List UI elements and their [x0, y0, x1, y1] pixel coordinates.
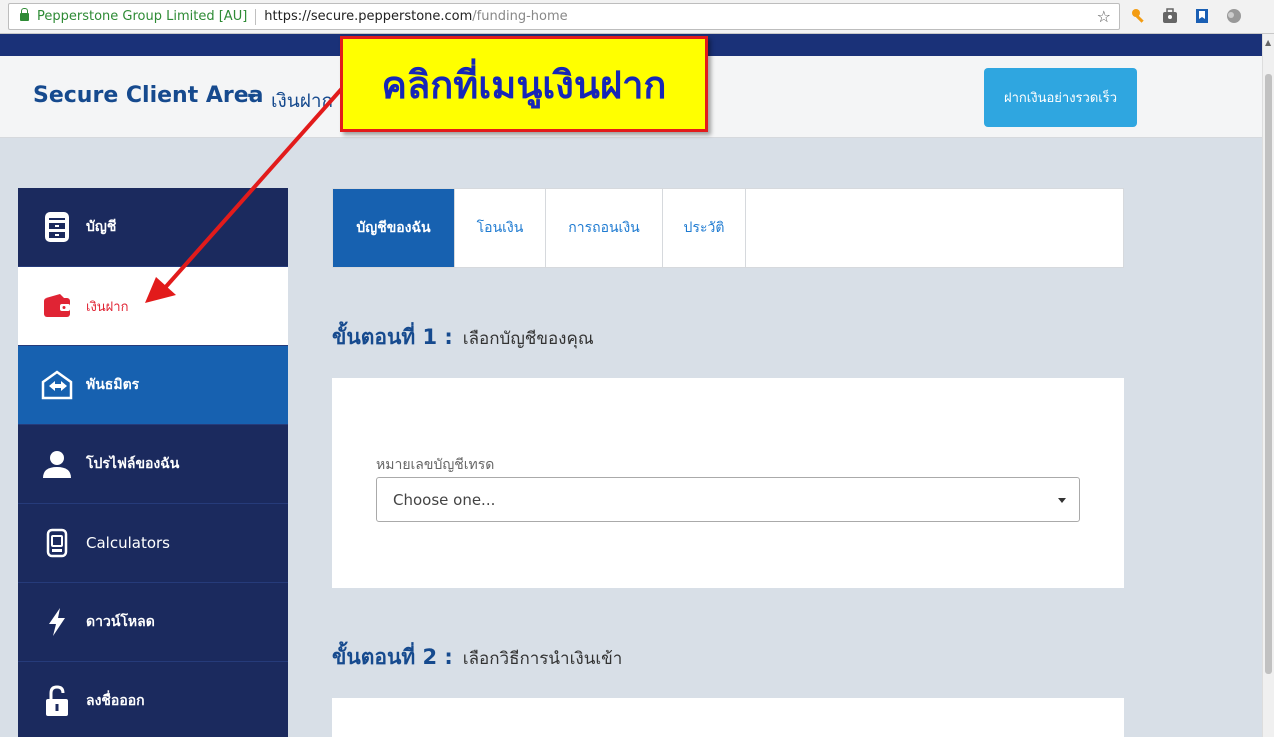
- address-bar[interactable]: Pepperstone Group Limited [AU] https://s…: [8, 3, 1120, 30]
- brand-title[interactable]: Secure Client Area: [33, 83, 264, 108]
- sidebar-item-partners[interactable]: พันธมิตร: [18, 346, 288, 425]
- divider: [255, 8, 257, 25]
- lock-icon: [20, 7, 29, 21]
- tab-withdrawal[interactable]: การถอนเงิน: [546, 189, 663, 267]
- chevron-down-icon: [1058, 498, 1066, 503]
- sidebar-item-label: โปรไฟล์ของฉัน: [86, 456, 180, 472]
- partner-icon: [40, 368, 74, 402]
- quick-deposit-button[interactable]: ฝากเงินอย่างรวดเร็ว: [984, 68, 1137, 127]
- step-text: เลือกบัญชีของคุณ: [462, 329, 594, 349]
- step-number: ขั้นตอนที่ 2 :: [332, 645, 453, 669]
- sidebar-item-logout[interactable]: ลงชื่อออก: [18, 662, 288, 737]
- bookmark-extension-icon[interactable]: [1193, 7, 1211, 25]
- step-2-heading: ขั้นตอนที่ 2 : เลือกวิธีการนำเงินเข้า: [332, 641, 622, 674]
- tab-my-accounts[interactable]: บัญชีของฉัน: [333, 189, 455, 267]
- sidebar-item-account[interactable]: บัญชี: [18, 188, 288, 267]
- deposit-method-panel: [332, 698, 1124, 737]
- tab-transfer[interactable]: โอนเงิน: [455, 189, 546, 267]
- scrollbar[interactable]: ▲: [1262, 34, 1274, 737]
- calculator-icon: [40, 526, 74, 560]
- scroll-thumb[interactable]: [1265, 74, 1272, 674]
- sidebar-item-deposit[interactable]: เงินฝาก: [18, 267, 288, 346]
- sidebar: บัญชี เงินฝาก พันธมิตร โปรไฟล์ของฉัน Cal…: [18, 188, 288, 737]
- trading-account-label: หมายเลขบัญชีเทรด: [376, 457, 495, 473]
- cloud-extension-icon[interactable]: [1225, 7, 1243, 25]
- callout-text: คลิกที่เมนูเงินฝาก: [381, 62, 667, 107]
- sidebar-item-label: เงินฝาก: [86, 299, 129, 315]
- url-path: /funding-home: [472, 9, 568, 24]
- sidebar-item-downloads[interactable]: ดาวน์โหลด: [18, 583, 288, 662]
- lightning-icon: [40, 605, 74, 639]
- brand-separator: -: [247, 83, 257, 108]
- scroll-up-icon[interactable]: ▲: [1265, 38, 1271, 47]
- tab-history[interactable]: ประวัติ: [663, 189, 746, 267]
- browser-toolbar: Pepperstone Group Limited [AU] https://s…: [0, 0, 1274, 34]
- wallet-icon: [40, 289, 74, 323]
- sidebar-item-label: Calculators: [86, 534, 170, 552]
- step-number: ขั้นตอนที่ 1 :: [332, 325, 453, 349]
- key-extension-icon[interactable]: [1130, 7, 1148, 25]
- unlock-icon: [40, 684, 74, 718]
- briefcase-extension-icon[interactable]: [1161, 7, 1179, 25]
- sidebar-item-calculators[interactable]: Calculators: [18, 504, 288, 583]
- sidebar-item-profile[interactable]: โปรไฟล์ของฉัน: [18, 425, 288, 504]
- funding-tabs: บัญชีของฉัน โอนเงิน การถอนเงิน ประวัติ: [332, 188, 1124, 268]
- annotation-callout: คลิกที่เมนูเงินฝาก: [340, 36, 708, 132]
- account-icon: [40, 210, 74, 244]
- select-value: Choose one...: [393, 490, 496, 509]
- sidebar-item-label: ลงชื่อออก: [86, 693, 145, 709]
- bookmark-star-icon[interactable]: ☆: [1097, 7, 1111, 26]
- step-text: เลือกวิธีการนำเงินเข้า: [462, 649, 623, 669]
- user-icon: [40, 447, 74, 481]
- account-select-panel: หมายเลขบัญชีเทรด Choose one...: [332, 378, 1124, 588]
- url-host: https://secure.pepperstone.com: [264, 9, 473, 24]
- trading-account-select[interactable]: Choose one...: [376, 477, 1080, 522]
- sidebar-item-label: พันธมิตร: [86, 377, 140, 393]
- page-title: เงินฝาก: [271, 90, 334, 112]
- sidebar-item-label: บัญชี: [86, 219, 117, 235]
- site-identity: Pepperstone Group Limited [AU]: [37, 9, 248, 24]
- sidebar-item-label: ดาวน์โหลด: [86, 614, 155, 630]
- step-1-heading: ขั้นตอนที่ 1 : เลือกบัญชีของคุณ: [332, 321, 594, 354]
